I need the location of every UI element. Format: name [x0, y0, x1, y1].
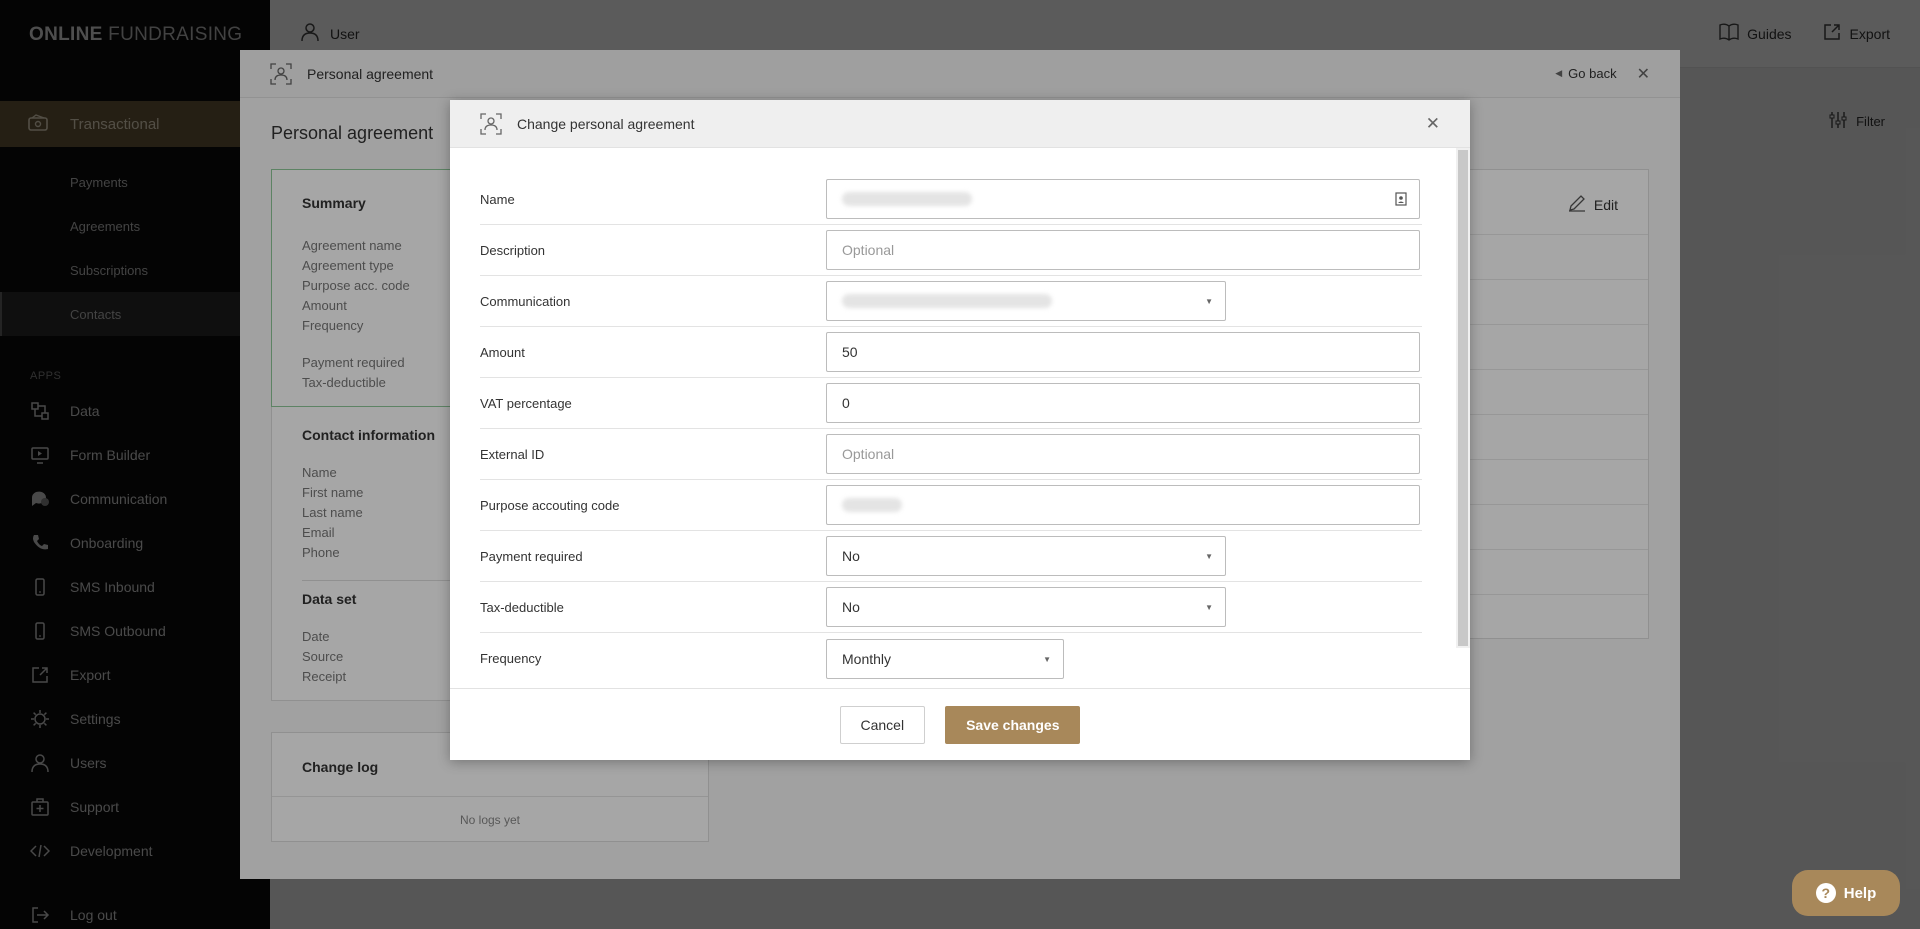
scrollbar[interactable] [1456, 148, 1470, 648]
contact-card-icon [480, 112, 502, 135]
contact-book-icon [1395, 192, 1407, 209]
blurred-value [842, 192, 972, 206]
help-label: Help [1843, 884, 1877, 902]
chevron-down-icon: ▼ [1205, 297, 1213, 306]
form-row-tax-deductible: Tax-deductible No ▼ [480, 582, 1422, 633]
payment-required-label: Payment required [480, 548, 583, 564]
external-id-label: External ID [480, 446, 545, 462]
save-changes-button[interactable]: Save changes [945, 705, 1081, 744]
form-row-frequency: Frequency Monthly ▼ [480, 633, 1422, 684]
form-row-vat: VAT percentage 0 [480, 378, 1422, 429]
help-button[interactable]: ? Help [1792, 870, 1900, 916]
description-label: Description [480, 242, 546, 258]
blurred-value [842, 294, 1052, 308]
description-input[interactable]: Optional [826, 230, 1420, 270]
payment-required-select[interactable]: No ▼ [826, 536, 1226, 576]
chevron-down-icon: ▼ [1205, 603, 1213, 612]
communication-label: Communication [480, 293, 571, 309]
select-value: Monthly [842, 650, 892, 667]
close-icon[interactable]: ✕ [1426, 114, 1440, 134]
form-row-purpose: Purpose accouting code [480, 480, 1422, 531]
chevron-down-icon: ▼ [1043, 654, 1051, 664]
communication-select[interactable]: ▼ [826, 281, 1226, 321]
name-input[interactable] [826, 179, 1420, 219]
frequency-select[interactable]: Monthly ▼ [826, 638, 1064, 679]
cancel-button[interactable]: Cancel [839, 705, 926, 744]
amount-input[interactable]: 50 [826, 332, 1420, 372]
frequency-label: Frequency [480, 651, 542, 666]
purpose-input[interactable] [826, 485, 1420, 525]
chevron-down-icon: ▼ [1205, 552, 1213, 561]
tax-deductible-label: Tax-deductible [480, 599, 564, 615]
select-value: No [842, 548, 860, 564]
form-row-name: Name [480, 174, 1422, 225]
form-row-amount: Amount 50 [480, 327, 1422, 378]
modal-header: Change personal agreement ✕ [450, 100, 1470, 148]
modal-title: Change personal agreement [517, 115, 695, 132]
blurred-value [842, 498, 902, 512]
question-icon: ? [1815, 883, 1836, 903]
form: Name Description Optional Communication … [450, 148, 1470, 688]
name-label: Name [480, 191, 515, 207]
external-id-input[interactable]: Optional [826, 434, 1420, 474]
scrollbar-thumb[interactable] [1458, 150, 1468, 646]
tax-deductible-select[interactable]: No ▼ [826, 587, 1226, 627]
form-row-payment-required: Payment required No ▼ [480, 531, 1422, 582]
form-row-description: Description Optional [480, 225, 1422, 276]
amount-label: Amount [480, 344, 525, 360]
form-row-external-id: External ID Optional [480, 429, 1422, 480]
vat-label: VAT percentage [480, 395, 572, 411]
purpose-label: Purpose accouting code [480, 497, 620, 513]
modal-footer: Cancel Save changes [450, 688, 1470, 760]
change-agreement-modal: Change personal agreement ✕ Name Descrip… [450, 100, 1470, 760]
vat-input[interactable]: 0 [826, 383, 1420, 423]
form-row-communication: Communication ▼ [480, 276, 1422, 327]
select-value: No [842, 599, 860, 615]
